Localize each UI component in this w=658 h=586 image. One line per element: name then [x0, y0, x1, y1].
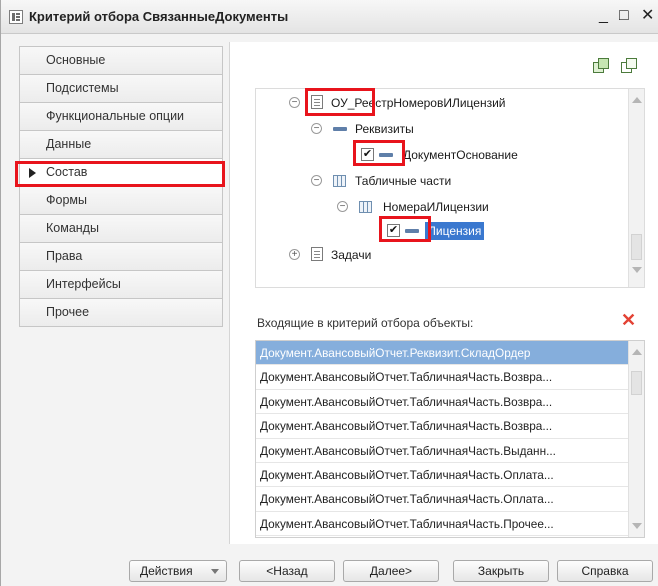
list-item[interactable]: Документ.АвансовыйОтчет.ТабличнаяЧасть.В… — [256, 365, 628, 390]
check-all-icon[interactable] — [593, 58, 609, 74]
list-item[interactable]: Документ.АвансовыйОтчет.ТабличнаяЧасть.П… — [256, 512, 628, 537]
tree-node-label: Задачи — [331, 248, 372, 262]
tree-scrollbar[interactable] — [628, 89, 644, 287]
tree-node-label: Табличные части — [355, 174, 452, 188]
nav-item-label: Права — [46, 249, 83, 263]
nav-item-label: Интерфейсы — [46, 277, 121, 291]
minimize-button[interactable]: _ — [599, 7, 608, 25]
expand-icon[interactable]: + — [289, 249, 300, 260]
list-item[interactable]: Документ.АвансовыйОтчет.ТабличнаяЧасть.О… — [256, 487, 628, 512]
dialog-window: Критерий отбора СвязанныеДокументы _ □ ✕… — [0, 0, 658, 586]
table-icon — [359, 201, 372, 213]
list-item[interactable]: Документ.АвансовыйОтчет.ТабличнаяЧасть.В… — [256, 414, 628, 439]
app-icon — [9, 10, 23, 24]
maximize-button[interactable]: □ — [619, 7, 629, 25]
chevron-down-icon — [211, 569, 219, 574]
highlight-box-root-node — [305, 88, 375, 116]
nav-item-label: Прочее — [46, 305, 90, 319]
table-icon — [333, 175, 346, 187]
delete-icon[interactable]: ✕ — [621, 311, 636, 329]
actions-button[interactable]: Действия — [129, 560, 227, 582]
scroll-thumb[interactable] — [631, 234, 642, 260]
incoming-objects-list[interactable]: Документ.АвансовыйОтчет.Реквизит.СкладОр… — [255, 340, 645, 538]
nav-item-funktsionalnye-optsii[interactable]: Функциональные опции — [19, 102, 223, 131]
nav-item-label: Функциональные опции — [46, 109, 185, 123]
tree-node-label: Реквизиты — [355, 122, 414, 136]
nav-item-label: Подсистемы — [46, 81, 119, 95]
nav-item-formy[interactable]: Формы — [19, 186, 223, 215]
list-item[interactable]: Документ.АвансовыйОтчет.ТабличнаяЧасть.В… — [256, 439, 628, 463]
highlight-box-sostav — [15, 161, 225, 187]
nav-item-label: Основные — [46, 53, 106, 67]
nav-item-prava[interactable]: Права — [19, 242, 223, 271]
scroll-down-icon[interactable] — [632, 267, 642, 273]
tree-node-label-selected: Лицензия — [425, 222, 485, 240]
help-button[interactable]: Справка — [557, 560, 653, 582]
collapse-icon[interactable]: − — [337, 201, 348, 212]
next-button[interactable]: Далее> — [343, 560, 439, 582]
list-item[interactable]: Документ.АвансовыйОтчет.ТабличнаяЧасть.В… — [256, 390, 628, 415]
nav-item-label: Данные — [46, 137, 92, 151]
actions-label: Действия — [140, 564, 193, 578]
collapse-icon[interactable]: − — [311, 175, 322, 186]
attributes-icon — [333, 127, 347, 131]
document-icon — [311, 247, 323, 261]
highlight-box-dokumentosnovanie — [353, 140, 405, 166]
back-button[interactable]: <Назад — [239, 560, 335, 582]
nav-item-podsistemy[interactable]: Подсистемы — [19, 74, 223, 103]
collapse-icon[interactable]: − — [289, 97, 300, 108]
incoming-objects-label: Входящие в критерий отбора объекты: — [257, 316, 474, 330]
nav-item-interfeysy[interactable]: Интерфейсы — [19, 270, 223, 299]
tree-node-label: ДокументОснование — [403, 148, 518, 162]
list-scrollbar[interactable] — [628, 341, 644, 537]
title-bar: Критерий отбора СвязанныеДокументы _ □ ✕ — [1, 0, 658, 34]
scroll-up-icon[interactable] — [632, 97, 642, 103]
scroll-down-icon[interactable] — [632, 523, 642, 529]
list-item[interactable]: Документ.АвансовыйОтчет.Реквизит.СкладОр… — [256, 341, 628, 366]
nav-item-label: Формы — [46, 193, 87, 207]
window-title: Критерий отбора СвязанныеДокументы — [29, 9, 289, 24]
nav-item-komandy[interactable]: Команды — [19, 214, 223, 243]
nav-item-dannye[interactable]: Данные — [19, 130, 223, 159]
close-dialog-button[interactable]: Закрыть — [453, 560, 549, 582]
scroll-thumb[interactable] — [631, 371, 642, 395]
nav-item-osnovnye[interactable]: Основные — [19, 46, 223, 75]
collapse-icon[interactable]: − — [311, 123, 322, 134]
scroll-up-icon[interactable] — [632, 349, 642, 355]
highlight-box-litsenziya — [379, 216, 431, 242]
list-item[interactable]: Документ.АвансовыйОтчет.ТабличнаяЧасть.О… — [256, 463, 628, 488]
button-bar: Действия <Назад Далее> Закрыть Справка — [1, 552, 658, 586]
uncheck-all-icon[interactable] — [621, 58, 637, 74]
nav-item-prochee[interactable]: Прочее — [19, 298, 223, 327]
tree-node-label: НомераИЛицензии — [383, 200, 489, 214]
close-button[interactable]: ✕ — [641, 7, 654, 25]
nav-item-label: Команды — [46, 221, 99, 235]
